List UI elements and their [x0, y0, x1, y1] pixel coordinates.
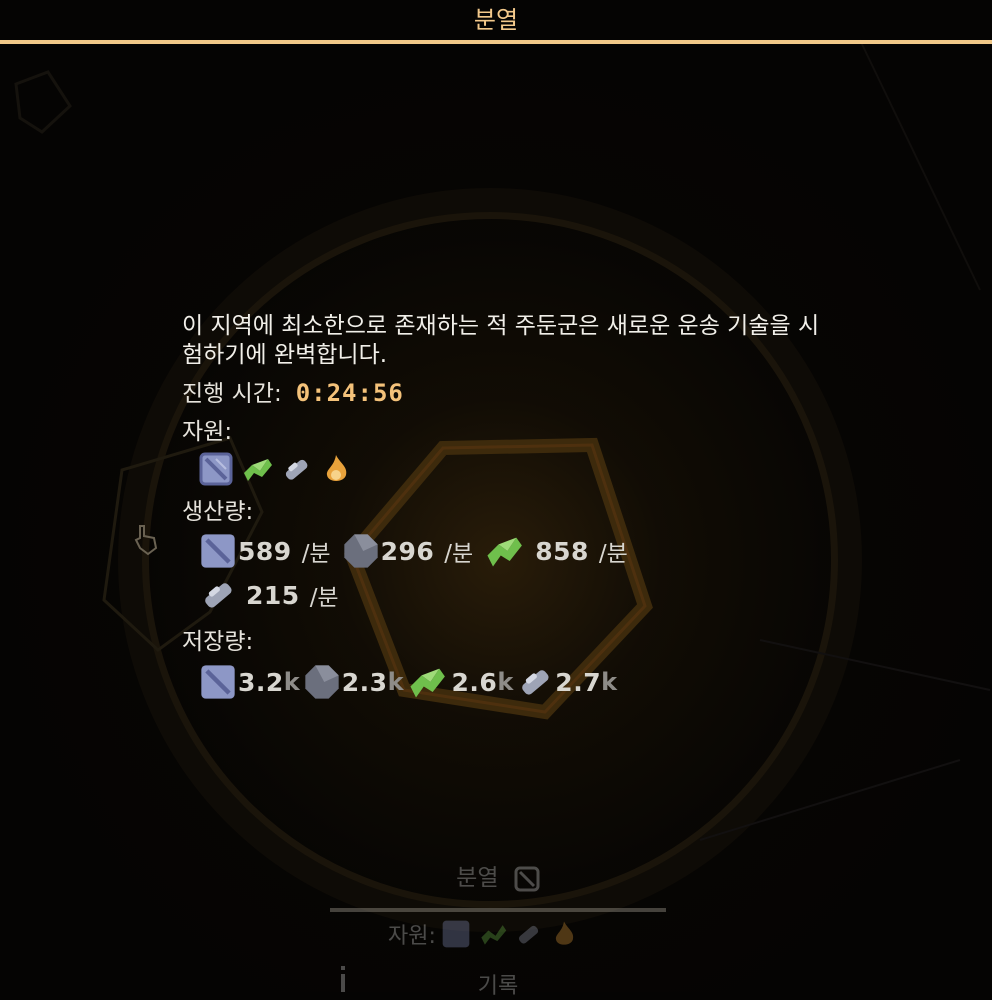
- production-item-titanium: 858 /분: [483, 531, 628, 571]
- summary-title: 분열: [330, 858, 666, 892]
- resources-label: 자원:: [182, 419, 233, 445]
- storage-item-silicon: 2.7 k: [515, 662, 617, 702]
- storage-suffix: k: [601, 668, 618, 696]
- lead-icon: [514, 866, 540, 891]
- production-item-scrap: 296 /분: [341, 531, 474, 571]
- spore-icon: [555, 921, 574, 945]
- storage-suffix: k: [283, 668, 300, 696]
- titanium-icon: [244, 459, 272, 481]
- summary-title-text: 분열: [456, 865, 499, 891]
- spore-icon: [326, 455, 347, 481]
- elapsed-label: 진행 시간:: [182, 381, 282, 407]
- production-value: 215: [246, 580, 300, 610]
- production-item-lead: 589 /분: [198, 531, 331, 571]
- production-unit: /분: [309, 585, 339, 611]
- production-value: 296: [380, 536, 435, 566]
- storage-value: 2.7: [555, 667, 602, 697]
- scrap-icon: [343, 534, 378, 568]
- storage-item-titanium: 2.6 k: [406, 662, 514, 702]
- storage-suffix: k: [497, 668, 514, 696]
- production-unit: /분: [598, 541, 628, 567]
- summary-resources-label: 자원:: [388, 924, 436, 949]
- titanium-icon: [481, 925, 507, 945]
- production-unit: /분: [444, 541, 474, 567]
- storage-item-scrap: 2.3 k: [302, 662, 404, 702]
- storage-row: 3.2 k 2.3 k 2.6 k 2.7 k: [198, 657, 822, 707]
- production-item-silicon: 215 /분: [198, 575, 339, 615]
- silicon-icon: [518, 925, 539, 944]
- storage-label: 저장량:: [182, 629, 254, 655]
- elapsed-value: 0:24:56: [295, 379, 404, 407]
- storage-item-lead: 3.2 k: [198, 662, 300, 702]
- lead-icon: [199, 452, 233, 486]
- sector-info-panel: 이 지역에 최소한으로 존재하는 적 주둔군은 새로운 운송 기술을 시험하기에…: [182, 312, 822, 707]
- storage-value: 3.2: [238, 667, 284, 697]
- production-row-2: 215 /분: [198, 571, 822, 619]
- storage-value: 2.3: [341, 667, 388, 697]
- record-button[interactable]: 기록: [330, 968, 666, 1000]
- production-unit: /분: [301, 541, 331, 567]
- lead-icon: [201, 665, 235, 699]
- summary-divider: [330, 908, 666, 912]
- sector-summary-panel[interactable]: 분열 자원: 기록: [330, 852, 666, 999]
- sector-description: 이 지역에 최소한으로 존재하는 적 주둔군은 새로운 운송 기술을 시험하기에…: [182, 313, 820, 368]
- silicon-icon: [205, 583, 232, 608]
- scrap-icon: [305, 665, 339, 699]
- map-line: [859, 39, 981, 291]
- title-divider: [0, 40, 992, 44]
- lead-icon: [442, 920, 470, 948]
- sector-hex-corner[interactable]: [14, 70, 72, 134]
- production-value: 858: [535, 536, 589, 566]
- hand-cursor-icon: [134, 525, 158, 556]
- storage-suffix: k: [387, 668, 404, 696]
- titanium-icon: [409, 668, 445, 698]
- summary-resources: 자원:: [388, 918, 580, 950]
- silicon-icon: [285, 459, 308, 480]
- sector-title: 분열: [473, 6, 519, 34]
- silicon-icon: [522, 670, 549, 695]
- titanium-icon: [487, 537, 523, 567]
- storage-value: 2.6: [451, 667, 498, 697]
- resources-icons: [198, 449, 822, 489]
- lead-icon: [201, 534, 235, 568]
- production-value: 589: [238, 536, 292, 566]
- production-row-1: 589 /분 296 /분 858 /분: [198, 527, 822, 575]
- production-label: 생산량:: [182, 499, 254, 525]
- elapsed-row: 진행 시간: 0:24:56: [182, 378, 822, 409]
